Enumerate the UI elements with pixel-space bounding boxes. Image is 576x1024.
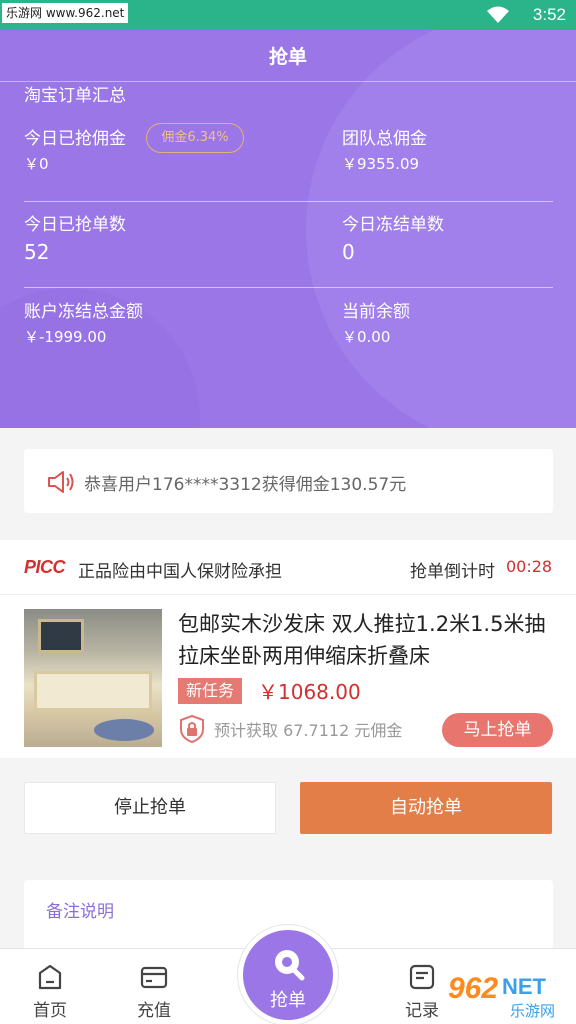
stat-label: 今日已抢佣金 (24, 129, 126, 149)
stop-grab-button[interactable]: 停止抢单 (24, 782, 276, 834)
order-card: PICC 正品险由中国人保财险承担 抢单倒计时 00:28 包邮实木沙发床 双人… (0, 540, 576, 758)
countdown-label: 抢单倒计时 (410, 562, 495, 582)
stat-frozen-orders: 今日冻结单数 0 (342, 214, 444, 264)
logo-sub: 乐游网 (510, 1002, 556, 1020)
divider (24, 287, 553, 288)
home-icon (38, 964, 62, 990)
tab-home[interactable]: 首页 (10, 949, 90, 1024)
stat-frozen-amount: 账户冻结总金额 ￥-1999.00 (24, 301, 143, 347)
insurance-text: 正品险由中国人保财险承担 (78, 562, 282, 582)
shield-lock-icon (180, 714, 204, 744)
stat-value: 0 (342, 240, 355, 264)
stat-label: 团队总佣金 (342, 129, 427, 149)
logo-net: NET (502, 974, 546, 999)
estimated-commission: 预计获取 67.7112 元佣金 (214, 721, 403, 740)
stat-value: 52 (24, 240, 50, 264)
stat-value: ￥0 (24, 155, 49, 173)
status-time: 3:52 (532, 5, 566, 24)
stat-balance: 当前余额 ￥0.00 (342, 301, 410, 347)
tab-label: 抢单 (270, 990, 306, 1011)
stat-team-commission: 团队总佣金 ￥9355.09 (342, 128, 427, 174)
logo-962: 962 (448, 972, 499, 1005)
stat-label: 当前余额 (342, 302, 410, 322)
search-icon (275, 950, 305, 981)
product-image[interactable] (24, 609, 162, 747)
auto-grab-button[interactable]: 自动抢单 (300, 782, 552, 834)
stat-label: 今日冻结单数 (342, 215, 444, 235)
stat-today-commission: 今日已抢佣金 ￥0 (24, 128, 126, 174)
page-title: 抢单 (268, 46, 307, 68)
tab-recharge[interactable]: 充值 (114, 949, 194, 1024)
stat-label: 今日已抢单数 (24, 215, 126, 235)
tab-label: 首页 (33, 1001, 67, 1021)
wifi-icon (487, 6, 509, 23)
stat-label: 账户冻结总金额 (24, 302, 143, 322)
grab-now-button[interactable]: 马上抢单 (442, 713, 553, 747)
product-title[interactable]: 包邮实木沙发床 双人推拉1.2米1.5米抽拉床坐卧两用伸缩床折叠床 (178, 608, 558, 672)
countdown-value: 00:28 (506, 557, 553, 576)
summary-header: 抢单 淘宝订单汇总 今日已抢佣金 ￥0 佣金6.34% 团队总佣金 ￥9355.… (0, 30, 576, 428)
card-icon (140, 966, 168, 989)
stat-value: ￥-1999.00 (24, 328, 107, 346)
records-icon (409, 964, 435, 990)
tab-grab[interactable]: 抢单 (238, 925, 338, 1024)
speaker-icon (48, 471, 74, 493)
notice-text: 恭喜用户176****3312获得佣金130.57元 (84, 475, 407, 495)
commission-rate-badge: 佣金6.34% (146, 123, 244, 153)
picc-logo: PICC (24, 557, 66, 577)
stat-value: ￥0.00 (342, 328, 391, 346)
notice-banner: 恭喜用户176****3312获得佣金130.57元 (24, 449, 553, 513)
product-price: ￥1068.00 (258, 680, 361, 704)
stat-today-orders: 今日已抢单数 52 (24, 214, 126, 264)
divider (24, 201, 553, 202)
tab-label: 充值 (137, 1001, 171, 1021)
new-task-tag: 新任务 (178, 678, 243, 704)
watermark-logo: 962 NET 乐游网 (448, 972, 572, 1022)
watermark-text: 乐游网 www.962.net (2, 3, 129, 23)
section-title: 淘宝订单汇总 (24, 86, 126, 106)
remarks-label: 备注说明 (46, 902, 114, 922)
stat-value: ￥9355.09 (342, 155, 420, 173)
status-bar: 乐游网 www.962.net 3:52 (0, 0, 576, 30)
